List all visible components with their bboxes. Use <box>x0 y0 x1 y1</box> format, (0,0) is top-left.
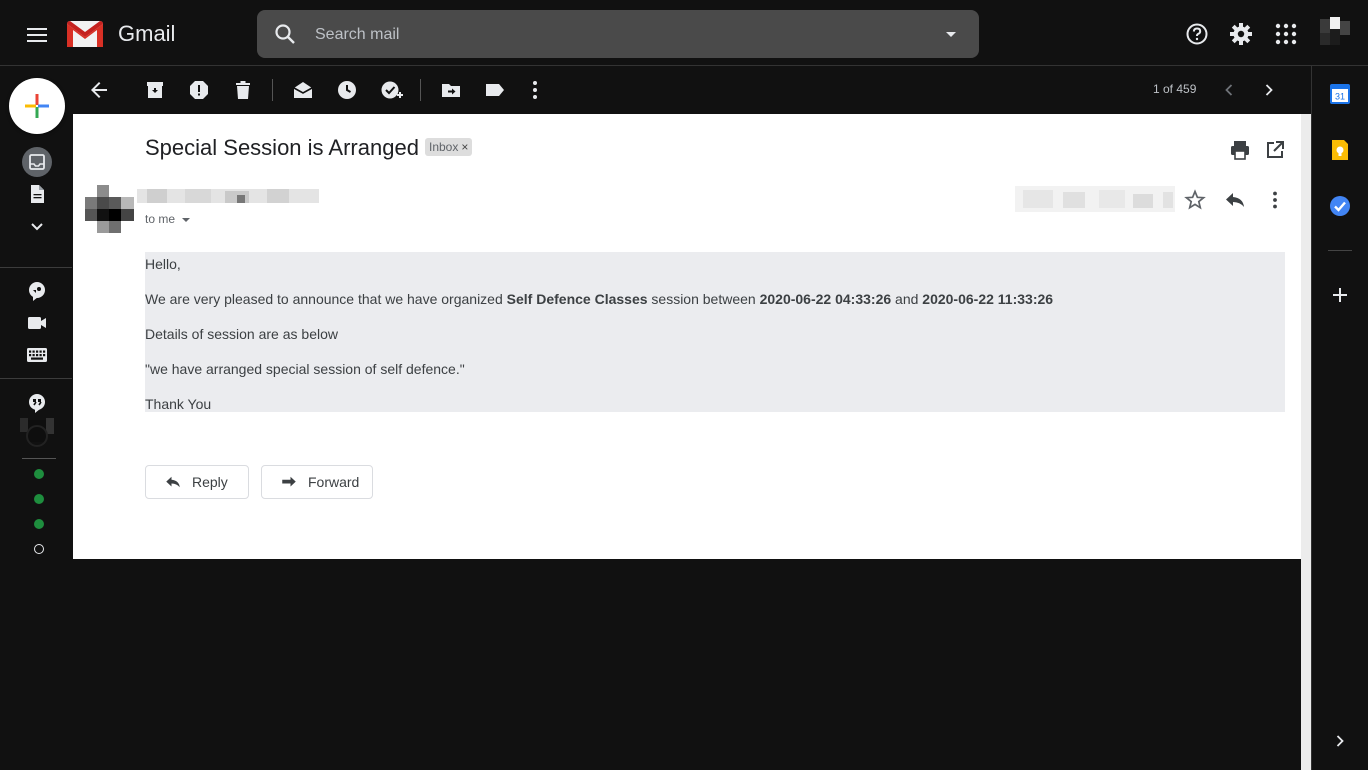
label-chip-text: Inbox <box>429 140 459 154</box>
body-closing: Thank You <box>145 396 212 412</box>
recipient-dropdown-icon[interactable] <box>180 214 192 226</box>
email-date-redacted <box>1015 186 1175 212</box>
older-chevron-right-icon[interactable] <box>1257 78 1281 102</box>
reply-arrow-icon[interactable] <box>1223 188 1247 212</box>
label-tag-icon[interactable] <box>483 78 507 102</box>
inbox-icon <box>29 154 45 170</box>
keep-notes-app-icon[interactable] <box>1328 138 1352 162</box>
body-details-intro: Details of session are as below <box>145 326 338 342</box>
move-to-folder-icon[interactable] <box>439 78 463 102</box>
label-chip-inbox: Inbox × <box>425 138 473 156</box>
vertical-scrollbar[interactable] <box>1301 114 1311 770</box>
main-menu-icon[interactable] <box>24 22 50 48</box>
recipient-text: to me <box>145 212 176 226</box>
toolbar-divider <box>272 79 273 101</box>
announcement-and: and <box>891 291 923 307</box>
sender-name-redacted[interactable] <box>137 189 319 203</box>
email-view: Special Session is Arranged Inbox × to me… <box>73 114 1301 559</box>
forward-button[interactable]: Forward <box>261 465 373 499</box>
get-addons-plus-icon[interactable] <box>1328 283 1352 307</box>
contact-avatar[interactable] <box>18 416 56 448</box>
more-options-vertical-icon[interactable] <box>523 78 547 102</box>
gmail-logo-icon[interactable] <box>66 19 104 49</box>
search-bar[interactable] <box>257 10 979 58</box>
start-time: 2020-06-22 04:33:26 <box>759 291 892 307</box>
recipient-details-toggle[interactable]: to me <box>145 212 192 226</box>
archive-icon[interactable] <box>143 78 167 102</box>
body-announcement: We are very pleased to announce that we … <box>145 291 1053 307</box>
event-name: Self Defence Classes <box>506 291 648 307</box>
reply-icon <box>166 476 180 488</box>
reply-button-label: Reply <box>192 474 228 490</box>
remove-label-close-icon[interactable]: × <box>461 140 468 154</box>
calendar-day-number: 31 <box>1335 92 1345 102</box>
email-subject: Special Session is Arranged <box>145 135 419 160</box>
settings-gear-icon[interactable] <box>1228 21 1254 47</box>
forward-icon <box>282 476 296 487</box>
contact-online-status[interactable] <box>34 494 44 504</box>
nav-item-inbox[interactable] <box>22 147 52 177</box>
chat-icon[interactable] <box>25 279 49 303</box>
search-options-dropdown-icon[interactable] <box>941 24 961 44</box>
mark-as-unread-icon[interactable] <box>291 78 315 102</box>
compose-button[interactable] <box>9 78 65 134</box>
delete-trash-icon[interactable] <box>231 78 255 102</box>
reply-button[interactable]: Reply <box>145 465 249 499</box>
email-body: Hello, We are very pleased to announce t… <box>145 252 1285 412</box>
add-to-tasks-icon[interactable] <box>379 78 403 102</box>
contact-online-status[interactable] <box>34 519 44 529</box>
side-panel-divider <box>1311 65 1312 770</box>
hangouts-quote-icon[interactable] <box>25 391 49 415</box>
message-more-options-icon[interactable] <box>1263 188 1287 212</box>
rail-divider <box>0 267 72 268</box>
body-details-quote: "we have arranged special session of sel… <box>145 361 465 377</box>
rail-divider <box>22 458 56 459</box>
star-icon[interactable] <box>1183 188 1207 212</box>
toolbar-divider <box>420 79 421 101</box>
end-time: 2020-06-22 11:33:26 <box>922 291 1054 307</box>
calendar-app-icon[interactable]: 31 <box>1328 82 1352 106</box>
announcement-middle: session between <box>647 291 760 307</box>
meet-video-icon[interactable] <box>25 311 49 335</box>
snooze-clock-icon[interactable] <box>335 78 359 102</box>
forward-button-label: Forward <box>308 474 360 490</box>
show-side-panel-chevron-right-icon[interactable] <box>1328 729 1352 753</box>
rail-divider <box>0 378 72 379</box>
tasks-app-icon[interactable] <box>1328 194 1352 218</box>
more-labels-chevron-down-icon[interactable] <box>25 214 49 238</box>
sender-avatar[interactable] <box>85 185 134 233</box>
search-icon[interactable] <box>273 22 297 46</box>
back-arrow-icon[interactable] <box>87 78 111 102</box>
newer-chevron-left-icon[interactable] <box>1217 78 1241 102</box>
body-greeting: Hello, <box>145 256 181 272</box>
search-input[interactable] <box>313 22 917 48</box>
google-apps-grid-icon[interactable] <box>1274 22 1298 46</box>
contact-online-status[interactable] <box>34 469 44 479</box>
app-name[interactable]: Gmail <box>118 21 175 47</box>
help-icon[interactable] <box>1184 21 1210 47</box>
contact-offline-status[interactable] <box>34 544 44 554</box>
pagination-count: 1 of 459 <box>1153 82 1197 96</box>
print-icon[interactable] <box>1228 138 1252 162</box>
announcement-prefix: We are very pleased to announce that we … <box>145 291 507 307</box>
side-panel-divider <box>1328 250 1352 251</box>
report-spam-icon[interactable] <box>187 78 211 102</box>
nav-item-drafts-icon[interactable] <box>25 182 49 206</box>
open-in-new-window-icon[interactable] <box>1263 138 1287 162</box>
account-avatar[interactable] <box>1318 17 1352 47</box>
keyboard-icon[interactable] <box>25 343 49 367</box>
